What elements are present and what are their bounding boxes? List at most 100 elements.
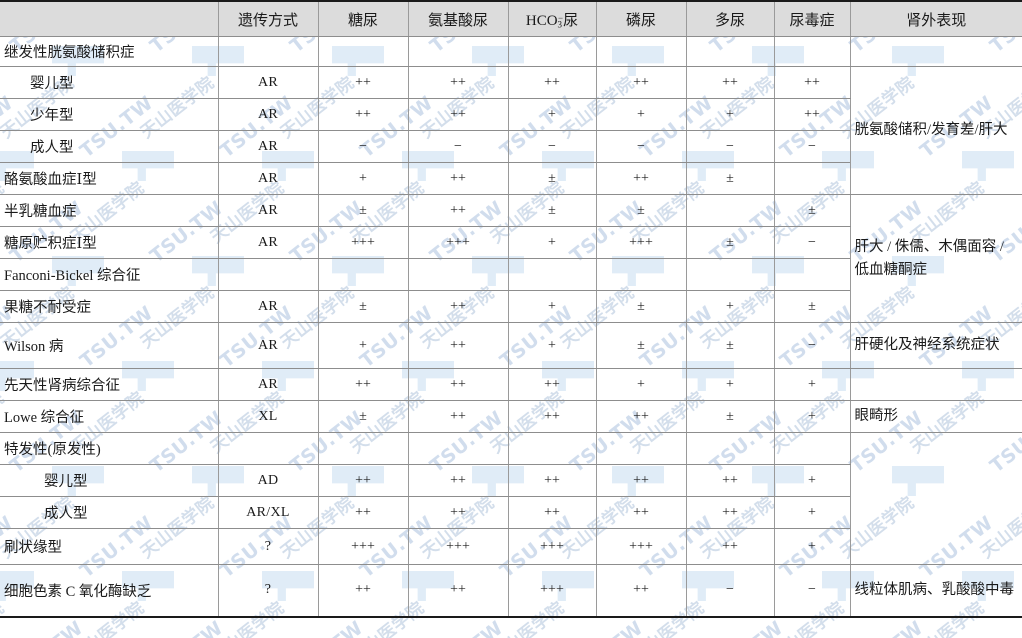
glycosuria-cell: ++ — [317, 464, 409, 497]
glycosuria-cell: +++ — [317, 226, 409, 259]
uremia-cell — [773, 258, 850, 291]
extrarenal-manifestation-cell: 肝大 / 侏儒、木偶面容 / 低血糖酮症 — [849, 194, 1022, 323]
table-row: Lowe 综合征 XL ± ++ ++ ++ ± + 眼畸形 — [0, 400, 1022, 433]
inheritance-cell — [217, 258, 319, 291]
bicarbonaturia-cell: − — [507, 130, 597, 163]
extrarenal-manifestation-cell — [849, 432, 1022, 565]
watermark-text: TSU.TW — [986, 617, 1022, 638]
extrarenal-manifestation-cell: 胱氨酸储积/发育差/肝大 — [849, 66, 1022, 195]
aminoaciduria-cell: ++ — [407, 564, 509, 617]
aminoaciduria-cell: ++ — [407, 194, 509, 227]
glycosuria-cell: ++ — [317, 496, 409, 529]
column-header-polyuria: 多尿 — [685, 0, 775, 37]
phosphaturia-cell: ++ — [595, 66, 687, 99]
polyuria-cell — [685, 258, 775, 291]
uremia-cell — [773, 36, 851, 67]
phosphaturia-cell: ± — [595, 194, 687, 227]
inheritance-cell — [217, 36, 319, 67]
polyuria-cell: + — [685, 290, 775, 323]
glycosuria-cell: ++ — [317, 98, 409, 131]
row-label: 少年型 — [0, 98, 219, 131]
bicarbonaturia-cell: ++ — [507, 66, 597, 99]
row-label: 成人型 — [0, 496, 219, 529]
inheritance-cell: AR — [217, 322, 319, 369]
polyuria-cell: ± — [685, 322, 775, 369]
polyuria-cell: ± — [685, 162, 775, 195]
column-header-phosphaturia: 磷尿 — [595, 0, 687, 37]
glycosuria-cell — [317, 36, 409, 67]
extrarenal-manifestation-cell: 线粒体肌病、乳酸酸中毒 — [849, 564, 1022, 617]
inheritance-cell: AR — [217, 290, 319, 323]
table-row: 继发性胱氨酸储积症 — [0, 36, 1022, 67]
glycosuria-cell: ++ — [317, 564, 409, 617]
aminoaciduria-cell: +++ — [407, 528, 509, 565]
polyuria-cell: ++ — [685, 464, 775, 497]
uremia-cell: − — [773, 130, 850, 163]
row-label: 糖原贮积症Ⅰ型 — [0, 226, 219, 259]
polyuria-cell — [685, 194, 775, 227]
table-header: 遗传方式 糖尿 氨基酸尿 HCO3−尿 磷尿 多尿 尿毒症 肾外表现 — [0, 0, 1022, 37]
glycosuria-cell: − — [317, 130, 409, 163]
glycosuria-cell: + — [317, 322, 409, 369]
inheritance-cell: AR — [217, 130, 319, 163]
polyuria-cell: ++ — [685, 496, 775, 529]
inheritance-cell: ? — [217, 564, 319, 617]
bicarbonaturia-cell: ± — [507, 194, 597, 227]
bicarbonaturia-cell: +++ — [507, 528, 597, 565]
aminoaciduria-cell: ++ — [407, 368, 509, 401]
inheritance-cell: AD — [217, 464, 319, 497]
inheritance-cell: AR — [217, 194, 319, 227]
row-label: 特发性(原发性) — [0, 432, 219, 465]
polyuria-cell: − — [685, 564, 775, 617]
glycosuria-cell — [317, 258, 409, 291]
bicarbonaturia-cell — [507, 36, 597, 67]
uremia-cell: ++ — [773, 98, 850, 131]
uremia-cell — [773, 162, 850, 195]
table-row: 婴儿型 AR ++ ++ ++ ++ ++ ++ 胱氨酸储积/发育差/肝大 — [0, 66, 1022, 195]
row-label: 酪氨酸血症Ⅰ型 — [0, 162, 219, 195]
row-label: Wilson 病 — [0, 322, 219, 369]
aminoaciduria-cell: +++ — [407, 226, 509, 259]
inheritance-cell: AR — [217, 226, 319, 259]
phosphaturia-cell: +++ — [595, 528, 687, 565]
inheritance-cell: AR — [217, 162, 319, 195]
table-row: 特发性(原发性) — [0, 432, 1022, 565]
polyuria-cell: ± — [685, 400, 775, 433]
aminoaciduria-cell — [407, 36, 509, 67]
uremia-cell: − — [773, 564, 851, 617]
uremia-cell: + — [773, 368, 851, 401]
row-label: 半乳糖血症 — [0, 194, 219, 227]
row-label: 果糖不耐受症 — [0, 290, 219, 323]
column-header-uremia: 尿毒症 — [773, 0, 851, 37]
fanconi-syndrome-table: 遗传方式 糖尿 氨基酸尿 HCO3−尿 磷尿 多尿 尿毒症 肾外表现 继发性胱氨… — [0, 0, 1022, 618]
uremia-cell: − — [773, 226, 850, 259]
header-row: 遗传方式 糖尿 氨基酸尿 HCO3−尿 磷尿 多尿 尿毒症 肾外表现 — [0, 0, 1022, 37]
uremia-cell: + — [773, 496, 850, 529]
inheritance-cell: AR — [217, 98, 319, 131]
glycosuria-cell: ++ — [317, 66, 409, 99]
polyuria-cell: ± — [685, 226, 775, 259]
column-header-name — [0, 0, 219, 37]
column-header-extrarenal: 肾外表现 — [849, 0, 1022, 37]
extrarenal-manifestation-cell: 眼畸形 — [849, 400, 1022, 433]
phosphaturia-cell: ++ — [595, 400, 687, 433]
column-header-inheritance: 遗传方式 — [217, 0, 319, 37]
watermark-text: TSU.TW — [286, 617, 367, 638]
polyuria-cell: − — [685, 130, 775, 163]
aminoaciduria-cell — [407, 258, 509, 291]
glycosuria-cell — [317, 432, 409, 465]
polyuria-cell — [685, 432, 775, 465]
aminoaciduria-cell: ++ — [407, 496, 509, 529]
bicarbonaturia-cell: + — [507, 226, 597, 259]
row-label: Lowe 综合征 — [0, 400, 219, 433]
row-label: Fanconi-Bickel 综合征 — [0, 258, 219, 291]
row-label: 细胞色素 C 氧化酶缺乏 — [0, 564, 219, 617]
phosphaturia-cell — [595, 36, 687, 67]
glycosuria-cell: ± — [317, 194, 409, 227]
aminoaciduria-cell: ++ — [407, 162, 509, 195]
uremia-cell: + — [773, 528, 850, 565]
table-row: 先天性肾病综合征 AR ++ ++ ++ + + + — [0, 368, 1022, 401]
watermark-text: TSU.TW — [846, 617, 927, 638]
phosphaturia-cell — [595, 258, 687, 291]
bicarbonaturia-cell: ± — [507, 162, 597, 195]
